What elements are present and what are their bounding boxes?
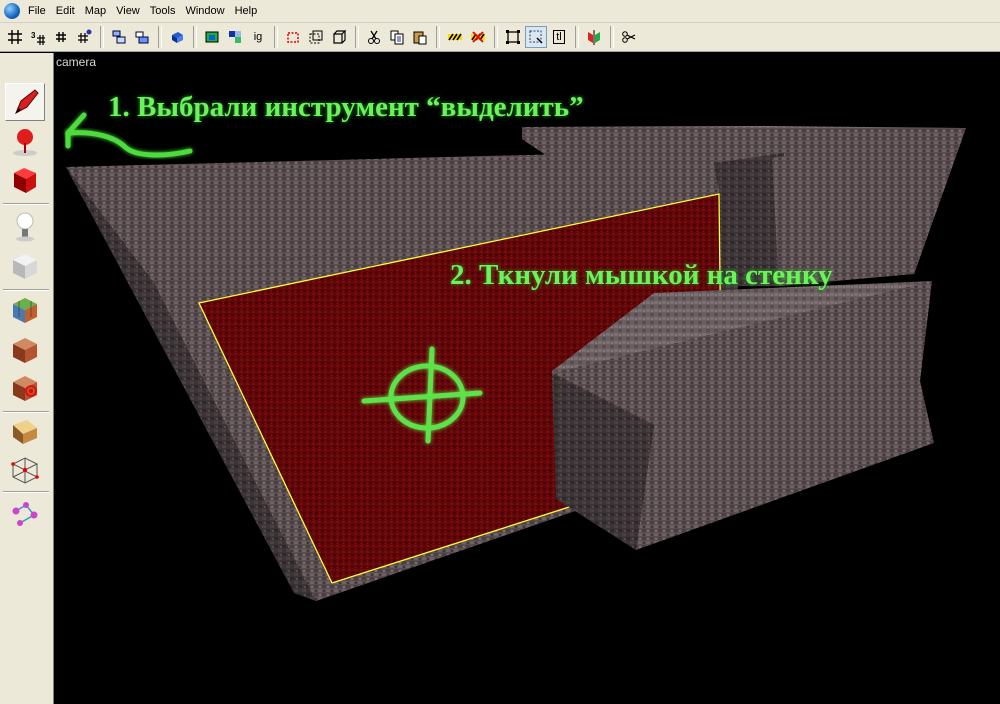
main-toolbar: 3 ig tl (0, 23, 1000, 52)
menu-view[interactable]: View (114, 5, 148, 17)
ig-button[interactable]: ig (247, 26, 269, 48)
clone-alt-icon[interactable] (131, 26, 153, 48)
brush-red-icon[interactable] (5, 161, 45, 199)
select-region-icon[interactable] (502, 26, 524, 48)
camera-viewport[interactable]: camera 1. Выбрали инструмент “выделить” … (54, 53, 1000, 704)
brush-icon[interactable] (166, 26, 188, 48)
hazard-icon[interactable] (444, 26, 466, 48)
annotation-step-1: 1. Выбрали инструмент “выделить” (108, 91, 584, 123)
wireframe-icon[interactable] (5, 451, 45, 489)
flip-icon[interactable] (583, 26, 605, 48)
path-icon[interactable] (5, 495, 45, 533)
menu-map[interactable]: Map (83, 5, 114, 17)
app-globe-icon (4, 3, 20, 19)
select-group-icon[interactable] (305, 26, 327, 48)
paste-icon[interactable] (409, 26, 431, 48)
hazard-red-icon[interactable] (467, 26, 489, 48)
texture-cube-icon[interactable] (5, 291, 45, 329)
cube-outline-icon[interactable] (328, 26, 350, 48)
menu-edit[interactable]: Edit (54, 5, 83, 17)
grid-3d-icon[interactable]: 3 (27, 26, 49, 48)
select-pen-icon[interactable] (5, 83, 45, 121)
annotation-arrow (65, 130, 193, 158)
menu-file[interactable]: File (26, 5, 54, 17)
light-icon[interactable] (5, 207, 45, 245)
grid-small-icon[interactable] (50, 26, 72, 48)
toolbar-separator (494, 26, 498, 48)
toolbar-separator (610, 26, 614, 48)
grid-icon[interactable] (4, 26, 26, 48)
entity-icon[interactable] (5, 123, 45, 161)
viewport-label: camera (56, 55, 97, 69)
tool-panel (0, 53, 54, 704)
menu-help[interactable]: Help (233, 5, 266, 17)
select-box-icon[interactable] (282, 26, 304, 48)
cut-icon[interactable] (363, 26, 385, 48)
toolbar-separator (355, 26, 359, 48)
toolbar-separator (193, 26, 197, 48)
copy-icon[interactable] (386, 26, 408, 48)
scissors-clip-icon[interactable] (618, 26, 640, 48)
select-face-icon[interactable] (525, 26, 547, 48)
svg-text:3: 3 (31, 31, 36, 40)
toolbar-separator (436, 26, 440, 48)
render-icon[interactable] (224, 26, 246, 48)
menu-bar: File Edit Map View Tools Window Help (0, 0, 1000, 23)
scene-render[interactable] (54, 53, 1000, 704)
menu-window[interactable]: Window (183, 5, 232, 17)
tl-button[interactable]: tl (548, 26, 570, 48)
panel-separator (3, 203, 49, 205)
cube-grey-icon[interactable] (5, 247, 45, 285)
toolbar-separator (575, 26, 579, 48)
decal-icon[interactable] (5, 413, 45, 451)
annotation-step-2: 2. Ткнули мышкой на стенку (450, 259, 833, 291)
camera-view-icon[interactable] (201, 26, 223, 48)
toolbar-separator (274, 26, 278, 48)
toolbar-separator (100, 26, 104, 48)
menu-tools[interactable]: Tools (148, 5, 184, 17)
brick-cube-icon[interactable] (5, 331, 45, 369)
panel-separator (3, 491, 49, 493)
grid-snap-icon[interactable] (73, 26, 95, 48)
ig-label: ig (253, 31, 263, 43)
target-cube-icon[interactable] (5, 369, 45, 407)
clone-icon[interactable] (108, 26, 130, 48)
toolbar-separator (158, 26, 162, 48)
tl-label: tl (553, 30, 565, 44)
